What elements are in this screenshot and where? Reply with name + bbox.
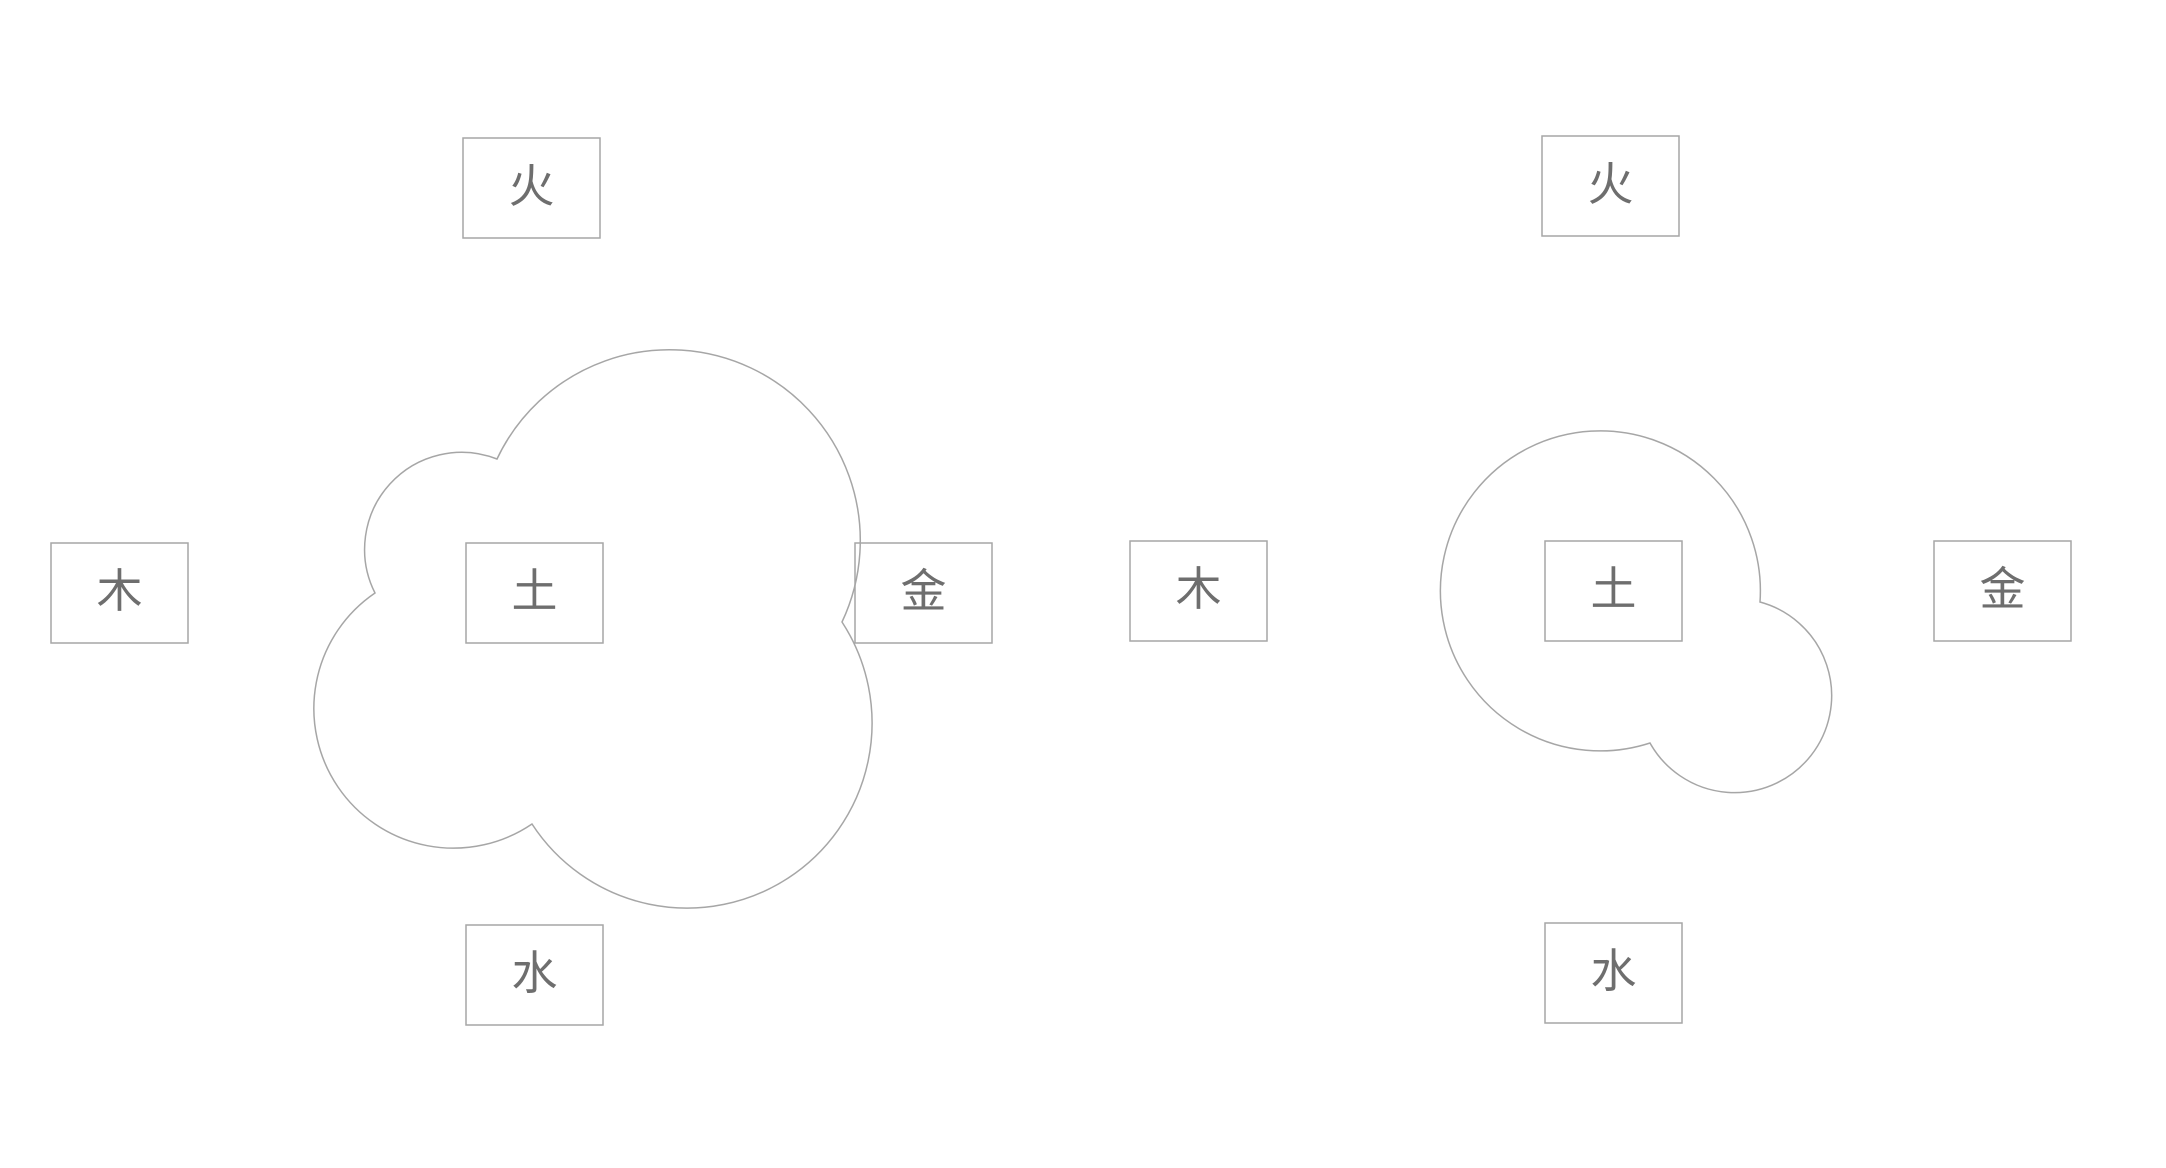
node-fire: 火 <box>1541 135 1680 237</box>
node-metal: 金 <box>1933 540 2072 642</box>
node-label: 木 <box>97 564 143 618</box>
node-label: 火 <box>1588 157 1634 211</box>
node-water: 水 <box>465 924 604 1026</box>
diagram-right: 火 木 土 金 水 <box>1129 135 2072 1024</box>
earth-outline-shape <box>313 348 873 909</box>
node-wood: 木 <box>50 542 189 644</box>
node-fire: 火 <box>462 137 601 239</box>
node-label: 金 <box>1980 562 2026 616</box>
node-metal: 金 <box>854 542 993 644</box>
node-wood: 木 <box>1129 540 1268 642</box>
node-earth: 土 <box>1544 540 1683 642</box>
node-label: 火 <box>509 159 555 213</box>
diagram-left: 火 木 土 金 水 <box>50 137 993 1026</box>
node-label: 木 <box>1176 562 1222 616</box>
node-label: 土 <box>1591 562 1637 616</box>
node-water: 水 <box>1544 922 1683 1024</box>
node-label: 土 <box>512 564 558 618</box>
node-label: 金 <box>901 564 947 618</box>
five-elements-canvas: 火 木 土 金 水 火 木 土 金 水 <box>50 135 2072 1026</box>
node-label: 水 <box>1591 944 1637 998</box>
node-label: 水 <box>512 946 558 1000</box>
node-earth: 土 <box>465 542 604 644</box>
